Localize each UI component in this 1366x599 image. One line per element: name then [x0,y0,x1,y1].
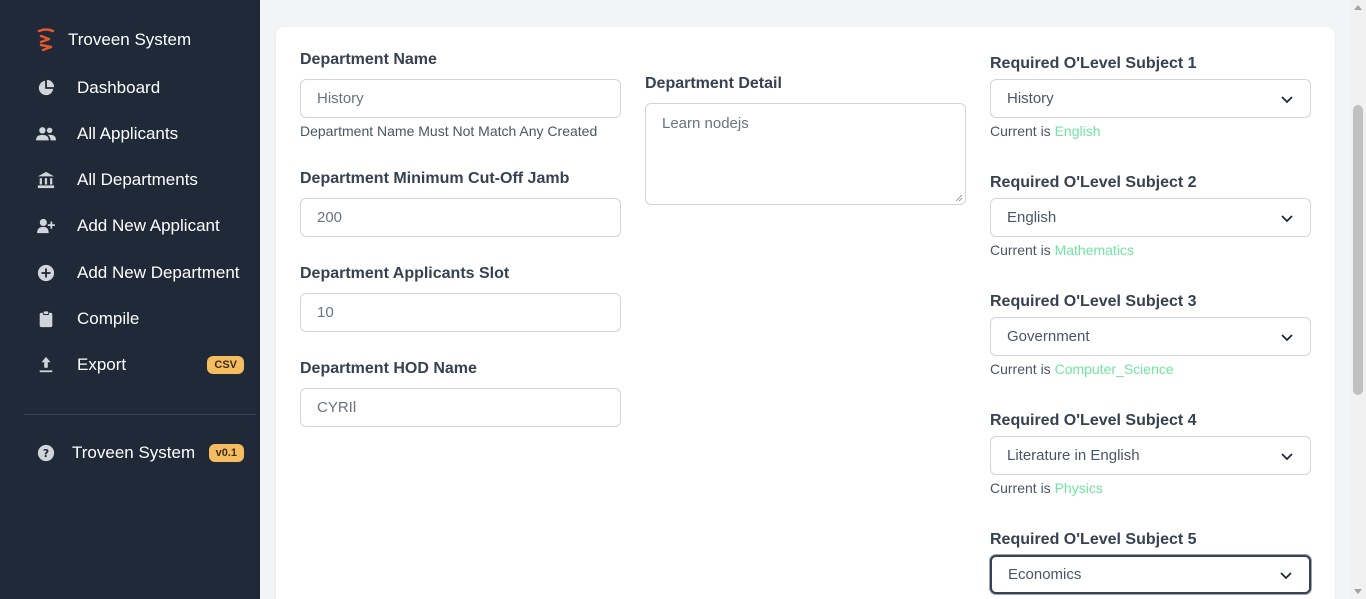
sidebar: Troveen System Dashboard All Applicants … [0,0,260,599]
subject-1-label: Required O'Level Subject 1 [990,55,1197,72]
sidebar-item-dashboard[interactable]: Dashboard [36,74,246,102]
subject-2-label: Required O'Level Subject 2 [990,174,1197,191]
subject-4-label: Required O'Level Subject 4 [990,412,1197,429]
plus-circle-icon [36,263,56,283]
brand[interactable]: Troveen System [36,28,191,52]
current-value: Physics [1054,480,1103,496]
pie-chart-icon [36,78,56,98]
dept-name-input[interactable]: History [300,79,621,118]
sidebar-item-compile[interactable]: Compile [36,305,246,333]
sidebar-item-add-new-applicant[interactable]: Add New Applicant [36,212,246,240]
sidebar-divider [24,414,256,415]
current-value: Computer_Science [1054,361,1174,377]
chevron-down-icon [1281,95,1293,103]
current-prefix: Current is [990,123,1055,139]
sidebar-item-label: All Applicants [77,124,179,143]
subject-3-value: Government [1007,328,1090,345]
chevron-down-icon [1280,571,1292,579]
subject-5-value: Economics [1008,566,1082,583]
current-prefix: Current is [990,361,1055,377]
detail-label: Department Detail [645,75,782,92]
current-value: English [1054,123,1101,139]
sidebar-footer-label: Troveen System [72,443,196,462]
resize-grip-icon[interactable] [955,194,963,202]
slot-label: Department Applicants Slot [300,265,510,282]
subject-1-select[interactable]: History [990,79,1311,118]
subject-5-label: Required O'Level Subject 5 [990,531,1197,548]
subject-5-select[interactable]: Economics [990,555,1311,594]
help-icon: ? [36,443,56,463]
chevron-down-icon [1281,452,1293,460]
dept-name-label: Department Name [300,51,437,68]
dept-name-hint: Department Name Must Not Match Any Creat… [300,123,598,139]
detail-text: Learn nodejs [662,115,749,132]
subject-3-label: Required O'Level Subject 3 [990,293,1197,310]
chevron-down-icon [1281,333,1293,341]
sidebar-item-label: All Departments [77,170,198,189]
subject-3-current: Current is Computer_Science [990,361,1174,377]
subject-3-select[interactable]: Government [990,317,1311,356]
subject-2-select[interactable]: English [990,198,1311,237]
current-prefix: Current is [990,480,1055,496]
institution-icon [36,170,56,190]
subject-1-value: History [1007,90,1054,107]
sidebar-item-label: Export [77,355,127,374]
hod-label: Department HOD Name [300,360,477,377]
user-plus-icon [36,216,56,236]
upload-icon [36,355,56,375]
subject-2-current: Current is Mathematics [990,242,1134,258]
csv-badge: CSV [207,356,244,374]
brand-name: Troveen System [68,30,192,49]
sidebar-item-label: Add New Applicant [77,216,220,235]
sidebar-item-all-applicants[interactable]: All Applicants [36,120,246,148]
subject-1-current: Current is English [990,123,1101,139]
subject-4-select[interactable]: Literature in English [990,436,1311,475]
brand-logo-icon [37,28,55,52]
current-prefix: Current is [990,242,1055,258]
chevron-down-icon [1281,214,1293,222]
subject-4-value: Literature in English [1007,447,1140,464]
sidebar-item-label: Add New Department [77,263,240,282]
detail-textarea[interactable]: Learn nodejs [645,103,966,205]
hod-input[interactable]: CYRIl [300,388,621,427]
subject-4-current: Current is Physics [990,480,1103,496]
scroll-up-arrow-icon[interactable] [1354,5,1362,10]
subject-2-value: English [1007,209,1057,226]
cutoff-input[interactable]: 200 [300,198,621,237]
clipboard-icon [36,309,56,329]
scrollbar-thumb[interactable] [1353,105,1363,395]
sidebar-item-add-new-department[interactable]: Add New Department [36,259,246,287]
users-icon [36,124,56,144]
sidebar-item-export[interactable]: Export CSV [36,351,246,379]
scroll-down-arrow-icon[interactable] [1354,589,1362,594]
sidebar-footer-version[interactable]: ? Troveen System v0.1 [36,439,246,467]
sidebar-item-label: Dashboard [77,78,161,97]
version-badge: v0.1 [208,444,244,462]
sidebar-item-label: Compile [77,309,140,328]
cutoff-label: Department Minimum Cut-Off Jamb [300,170,570,187]
slot-input[interactable]: 10 [300,293,621,332]
current-value: Mathematics [1054,242,1134,258]
svg-text:?: ? [43,447,49,460]
sidebar-item-all-departments[interactable]: All Departments [36,166,246,194]
